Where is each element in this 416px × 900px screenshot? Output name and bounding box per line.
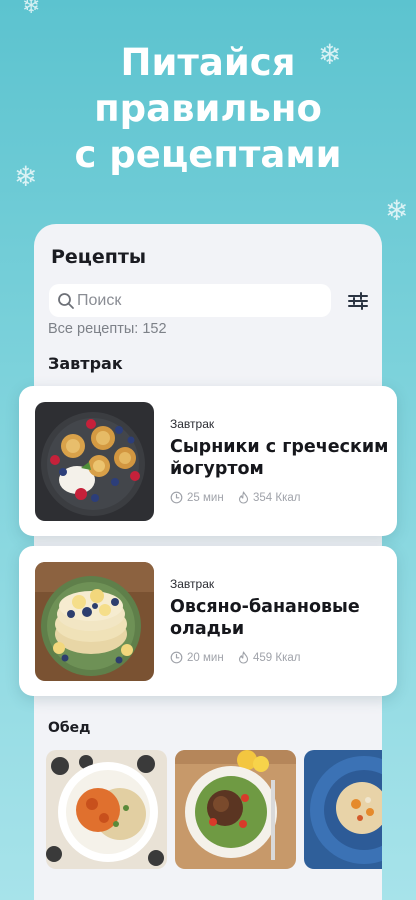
- lunch-recipe-thumb[interactable]: [46, 750, 167, 869]
- lunch-recipe-thumb[interactable]: [304, 750, 382, 869]
- recipe-card[interactable]: Завтрак Овсяно-банановые оладьи 20 мин 4…: [19, 546, 397, 696]
- clock-icon: [170, 651, 183, 664]
- recipe-time-value: 20 мин: [187, 651, 224, 664]
- lunch-recipe-thumb[interactable]: [175, 750, 296, 869]
- recipe-time-value: 25 мин: [187, 491, 224, 504]
- recipe-card[interactable]: Завтрак Сырники с греческим йогуртом 25 …: [19, 386, 397, 536]
- recipe-title: Сырники с греческим йогуртом: [170, 437, 389, 479]
- search-input[interactable]: [77, 284, 327, 317]
- search-bar[interactable]: [49, 284, 331, 317]
- section-heading-breakfast: Завтрак: [48, 354, 123, 373]
- sliders-icon[interactable]: [347, 290, 369, 312]
- hero-line-3: с рецептами: [74, 133, 342, 176]
- section-heading-lunch: Обед: [48, 720, 91, 736]
- lunch-carousel[interactable]: [46, 750, 382, 874]
- hero-line-2: правильно: [94, 87, 322, 130]
- recipe-calories: 459 Ккал: [238, 651, 300, 664]
- flame-icon: [238, 491, 249, 504]
- hero-title: Питайся правильно с рецептами: [0, 40, 416, 178]
- recipe-category: Завтрак: [170, 417, 215, 431]
- page-title: Рецепты: [51, 246, 147, 268]
- recipe-photo: [35, 562, 154, 681]
- flame-icon: [238, 651, 249, 664]
- search-icon: [58, 293, 74, 309]
- recipe-count: Все рецепты: 152: [48, 321, 167, 337]
- snowflake-icon: ❄: [22, 0, 41, 19]
- hero-line-1: Питайся: [120, 41, 296, 84]
- clock-icon: [170, 491, 183, 504]
- recipe-time: 25 мин: [170, 491, 224, 504]
- recipe-calories: 354 Ккал: [238, 491, 300, 504]
- recipe-title: Овсяно-банановые оладьи: [170, 597, 360, 639]
- recipe-calories-value: 459 Ккал: [253, 651, 301, 664]
- recipe-time: 20 мин: [170, 651, 224, 664]
- recipe-category: Завтрак: [170, 577, 215, 591]
- snowflake-icon: ❄: [385, 194, 409, 227]
- recipe-photo: [35, 402, 154, 521]
- recipe-calories-value: 354 Ккал: [253, 491, 301, 504]
